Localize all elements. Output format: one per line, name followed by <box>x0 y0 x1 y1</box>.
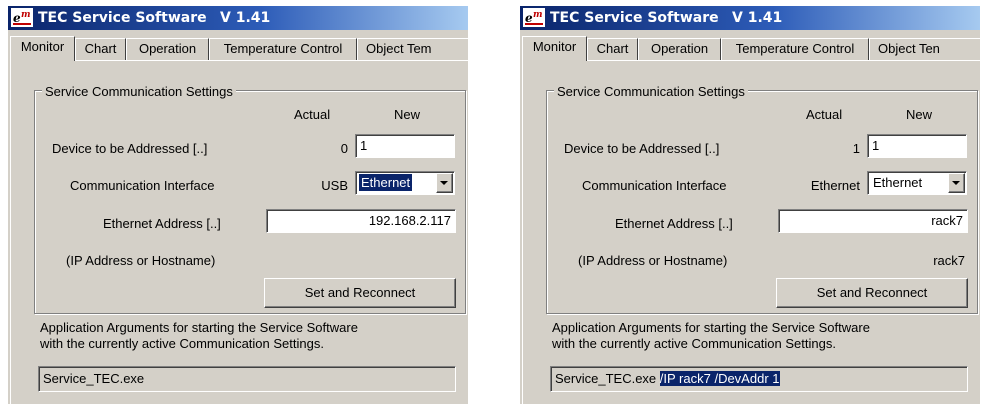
window-version: V 1.41 <box>220 10 271 26</box>
tab-chart[interactable]: Chart <box>75 38 126 60</box>
set-and-reconnect-button[interactable]: Set and Reconnect <box>776 278 968 308</box>
tab-chart[interactable]: Chart <box>587 38 638 60</box>
ethernet-address-label: Ethernet Address [..] <box>615 216 733 231</box>
tab-monitor[interactable]: Monitor <box>10 36 75 61</box>
args-exe: Service_TEC.exe <box>43 371 145 386</box>
svg-text:m: m <box>21 10 31 20</box>
interface-select[interactable]: Ethernet <box>867 171 967 195</box>
column-actual-header: Actual <box>294 107 331 122</box>
tab-operation[interactable]: Operation <box>638 38 721 60</box>
chevron-down-icon[interactable] <box>436 173 453 193</box>
device-actual-value: 0 <box>340 141 348 156</box>
window-version: V 1.41 <box>732 10 783 26</box>
svg-text:m: m <box>533 10 543 20</box>
ethernet-address-field[interactable]: rack7 <box>778 209 968 233</box>
svg-text:e: e <box>525 11 533 25</box>
em-logo-icon: em <box>11 8 33 27</box>
em-logo-icon: em <box>523 8 545 27</box>
service-window-right: em TEC Service Software V 1.41 Monitor C… <box>520 6 980 404</box>
interface-selected-value: Ethernet <box>357 173 414 192</box>
application-arguments-field[interactable]: Service_TEC.exe /IP rack7 /DevAddr 1 <box>550 366 968 392</box>
device-new-field[interactable]: 1 <box>355 134 455 158</box>
interface-select[interactable]: Ethernet <box>355 171 455 195</box>
interface-selected-value: Ethernet <box>873 175 923 190</box>
device-new-field[interactable]: 1 <box>867 134 967 158</box>
tab-operation[interactable]: Operation <box>126 38 209 60</box>
tab-strip: Monitor Chart Operation Temperature Cont… <box>10 36 468 61</box>
set-and-reconnect-button[interactable]: Set and Reconnect <box>264 278 456 308</box>
tab-object-temperature[interactable]: Object Tem <box>357 38 468 60</box>
title-bar[interactable]: em TEC Service Software V 1.41 <box>520 6 980 30</box>
column-actual-header: Actual <box>806 107 843 122</box>
args-params: /IP rack7 /DevAddr 1 <box>659 371 780 386</box>
tab-temperature-control[interactable]: Temperature Control <box>209 38 357 60</box>
device-label: Device to be Addressed [..] <box>52 141 208 156</box>
args-description-line2: with the currently active Communication … <box>40 336 324 351</box>
tab-monitor[interactable]: Monitor <box>522 36 587 61</box>
svg-text:e: e <box>13 11 21 25</box>
tab-temperature-control[interactable]: Temperature Control <box>721 38 869 60</box>
device-actual-value: 1 <box>852 141 860 156</box>
interface-actual-value: Ethernet <box>810 178 860 193</box>
ip-hint-label: (IP Address or Hostname) <box>578 253 728 268</box>
args-description-line1: Application Arguments for starting the S… <box>552 320 870 335</box>
ethernet-address-field[interactable]: 192.168.2.117 <box>266 209 456 233</box>
interface-actual-value: USB <box>321 178 348 193</box>
title-bar[interactable]: em TEC Service Software V 1.41 <box>8 6 468 30</box>
column-new-header: New <box>394 107 421 122</box>
application-arguments-field[interactable]: Service_TEC.exe <box>38 366 456 392</box>
args-description-line2: with the currently active Communication … <box>552 336 836 351</box>
args-exe: Service_TEC.exe <box>555 371 657 386</box>
service-window-left: em TEC Service Software V 1.41 Monitor C… <box>8 6 468 404</box>
column-new-header: New <box>906 107 933 122</box>
window-title: TEC Service Software <box>550 10 719 26</box>
device-label: Device to be Addressed [..] <box>564 141 720 156</box>
window-title: TEC Service Software <box>38 10 207 26</box>
interface-label: Communication Interface <box>70 178 215 193</box>
ethernet-address-label: Ethernet Address [..] <box>103 216 221 231</box>
tab-strip: Monitor Chart Operation Temperature Cont… <box>522 36 980 61</box>
chevron-down-icon[interactable] <box>948 173 965 193</box>
group-title: Service Communication Settings <box>554 84 748 99</box>
args-description-line1: Application Arguments for starting the S… <box>40 320 358 335</box>
tab-object-temperature[interactable]: Object Ten <box>869 38 980 60</box>
ip-actual-value: rack7 <box>933 253 965 268</box>
ip-hint-label: (IP Address or Hostname) <box>66 253 216 268</box>
interface-label: Communication Interface <box>582 178 727 193</box>
group-title: Service Communication Settings <box>42 84 236 99</box>
